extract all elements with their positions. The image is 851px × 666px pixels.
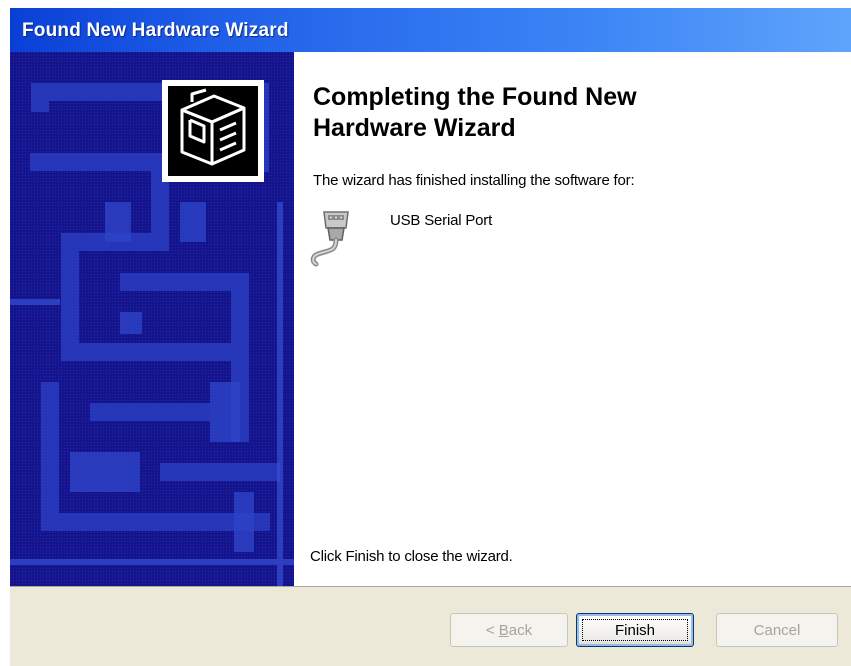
serial-port-cable-icon [310,206,362,268]
finish-button-label: Finish [614,621,655,639]
back-button[interactable]: < Back [450,613,568,647]
wizard-content: Completing the Found New Hardware Wizard… [310,52,840,586]
hardware-box-icon [162,80,264,182]
title-bar[interactable]: Found New Hardware Wizard [10,8,851,52]
close-hint-text: Click Finish to close the wizard. [310,548,513,565]
finish-button[interactable]: Finish [576,613,694,647]
back-button-label: ack [508,621,533,639]
intro-text: The wizard has finished installing the s… [313,172,635,189]
cancel-button[interactable]: Cancel [716,613,838,647]
device-list-item: USB Serial Port [310,206,710,276]
wizard-window: Found New Hardware Wizard Completing the… [0,0,851,666]
cancel-button-label: Cancel [753,621,801,639]
back-button-prefix: < [485,621,499,639]
wizard-side-panel [10,52,294,586]
device-name: USB Serial Port [390,212,493,229]
button-bar: < Back Finish Cancel [10,586,851,666]
wizard-body: Completing the Found New Hardware Wizard… [10,52,851,586]
back-button-accelerator: B [498,621,509,639]
page-title: Completing the Found New Hardware Wizard [313,83,637,142]
window-title: Found New Hardware Wizard [22,20,289,41]
